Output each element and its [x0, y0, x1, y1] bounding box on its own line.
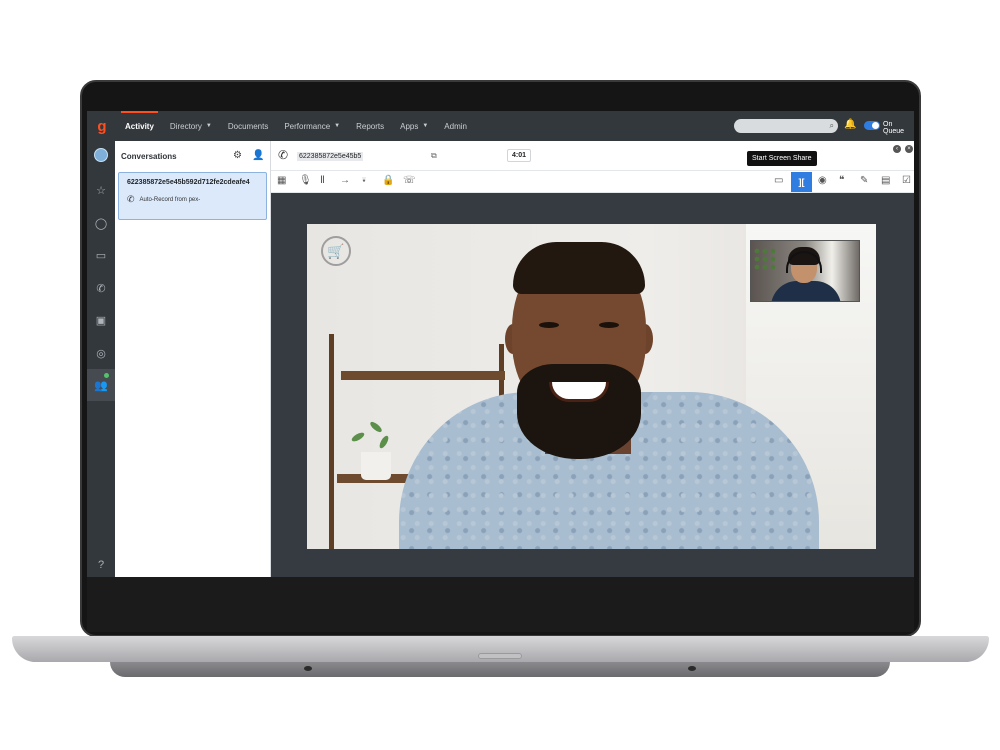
app-screen: g Activity Directory ▼ Documents Performa…	[87, 111, 914, 577]
close-icon[interactable]: ×	[905, 145, 913, 153]
support-icon[interactable]: ◎	[87, 342, 115, 364]
contact-icon[interactable]: ◉	[818, 175, 827, 186]
star-icon[interactable]: ☆	[87, 179, 115, 201]
person-beard	[517, 364, 641, 459]
chat-icon[interactable]: ◯	[87, 212, 115, 234]
pause-icon[interactable]: Ⅱ	[320, 175, 325, 186]
callback-icon[interactable]: ☏	[403, 175, 416, 186]
avatar[interactable]	[94, 148, 108, 162]
top-navigation: g Activity Directory ▼ Documents Performa…	[87, 111, 914, 141]
tooltip: Start Screen Share	[747, 151, 817, 166]
phone-icon: ✆	[278, 148, 289, 162]
person-eye	[599, 322, 619, 328]
nav-documents[interactable]: Documents	[220, 111, 276, 141]
nav-admin[interactable]: Admin	[436, 111, 475, 141]
help-icon[interactable]: ?	[87, 554, 115, 576]
conversation-subtitle-text: Auto-Record from pex-	[139, 196, 201, 203]
status-dot	[104, 373, 109, 378]
list-item[interactable]: 622385872e5e45b592d712fe2cdeafe4 ✆ Auto-…	[118, 172, 267, 220]
person-hair	[513, 242, 645, 294]
dialpad-icon[interactable]: ▦	[277, 175, 286, 186]
laptop-frame: g Activity Directory ▼ Documents Performa…	[0, 0, 1000, 750]
call-main: ✆ 622385872e5e45b5 ⧉ 4:01 Start Screen S…	[271, 141, 914, 577]
search-input[interactable]: ⌕	[734, 119, 838, 133]
back-icon[interactable]: ‹	[893, 145, 901, 153]
call-header: ✆ 622385872e5e45b5 ⧉ 4:01 Start Screen S…	[271, 141, 914, 171]
inbox-icon[interactable]: ▣	[87, 309, 115, 331]
wrapup-icon[interactable]: ☑	[902, 175, 911, 186]
script-icon[interactable]: ❝	[839, 175, 844, 186]
conversations-title: Conversations	[121, 151, 177, 161]
copy-icon[interactable]: ⧉	[431, 151, 437, 161]
chevron-down-icon: ▼	[422, 123, 429, 129]
secure-icon[interactable]: 🔒	[382, 175, 394, 186]
nav-reports[interactable]: Reports	[348, 111, 392, 141]
nav-performance-label: Performance	[284, 121, 331, 131]
chevron-down-icon: ▼	[334, 123, 341, 129]
start-screen-share-button[interactable]: ][	[791, 172, 812, 192]
conversation-id: 622385872e5e45b592d712fe2cdeafe4	[127, 179, 250, 186]
laptop-notch	[478, 653, 522, 659]
call-toolbar: ▦ 🎙 Ⅱ → ⍣ 🔒 ☏ ▭ ][ ◉ ❝ ✎ ▤ ☑	[271, 171, 914, 193]
screen-share-icon[interactable]: ▭	[774, 175, 783, 186]
video-area: 🛒	[271, 193, 914, 577]
shelf-board	[341, 371, 505, 380]
transfer-icon[interactable]: →	[340, 175, 350, 186]
app-logo[interactable]: g	[87, 111, 117, 141]
conversations-header: Conversations ⚙ 👤	[115, 141, 270, 171]
mic-icon[interactable]: 🎙	[299, 175, 312, 186]
video-icon[interactable]: ▭	[87, 244, 115, 266]
laptop-base-lower	[110, 662, 890, 677]
nav-directory[interactable]: Directory ▼	[162, 111, 220, 141]
laptop-foot	[304, 666, 312, 671]
bell-icon[interactable]: 🔔	[844, 119, 856, 130]
notes-icon[interactable]: ✎	[860, 175, 868, 186]
pip-plant	[753, 247, 775, 271]
nav-activity[interactable]: Activity	[117, 111, 162, 141]
gear-icon[interactable]: ⚙	[233, 150, 242, 161]
call-timer: 4:01	[507, 149, 532, 162]
on-queue-label: On Queue	[883, 121, 905, 135]
laptop-foot	[688, 666, 696, 671]
chevron-down-icon: ▼	[205, 123, 212, 129]
remote-video[interactable]: 🛒	[307, 224, 876, 549]
nav-directory-label: Directory	[169, 121, 202, 131]
schedule-icon[interactable]: ▤	[881, 175, 890, 186]
call-number: 622385872e5e45b5	[297, 152, 364, 161]
agents-icon[interactable]: 👥	[87, 369, 115, 401]
left-rail: ☆ ◯ ▭ ✆ ▣ ◎ 👥 ?	[87, 141, 115, 577]
phone-icon[interactable]: ✆	[87, 277, 115, 299]
conversation-subtitle: ✆ Auto-Record from pex-	[127, 194, 258, 205]
shelf-post	[329, 334, 334, 549]
add-user-icon[interactable]: 👤	[252, 150, 264, 161]
plant-pot	[361, 452, 391, 480]
conversations-panel: Conversations ⚙ 👤 622385872e5e45b592d712…	[115, 141, 271, 577]
self-view-video[interactable]	[750, 240, 860, 302]
person-eye	[539, 322, 559, 328]
add-participant-icon[interactable]: ⍣	[361, 175, 367, 186]
cart-logo-icon: 🛒	[321, 236, 351, 266]
nav-apps[interactable]: Apps ▼	[392, 111, 436, 141]
phone-icon: ✆	[127, 194, 135, 204]
laptop-bezel	[87, 577, 914, 632]
on-queue-toggle[interactable]	[864, 121, 880, 130]
search-icon: ⌕	[829, 121, 834, 130]
nav-performance[interactable]: Performance ▼	[276, 111, 348, 141]
nav-apps-label: Apps	[400, 121, 419, 131]
